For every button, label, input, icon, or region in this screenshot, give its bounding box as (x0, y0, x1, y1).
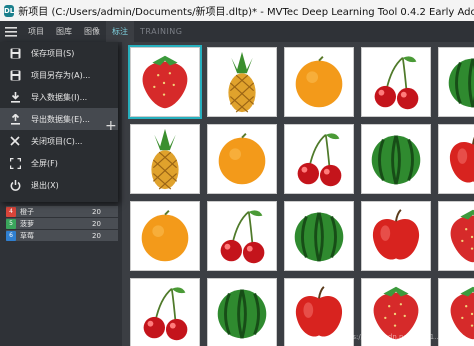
watermelon-icon (208, 279, 276, 346)
cherry-icon (285, 125, 353, 193)
export-icon (8, 112, 22, 126)
hamburger-menu-icon[interactable] (0, 26, 22, 37)
class-name: 橙子 (20, 207, 34, 216)
image-tile[interactable] (361, 201, 431, 271)
cherry-icon (131, 279, 199, 346)
image-tile[interactable] (438, 47, 474, 117)
image-tile[interactable] (438, 124, 474, 194)
image-tile[interactable] (130, 278, 200, 346)
image-tile[interactable] (361, 124, 431, 194)
pineapple-icon (208, 48, 276, 116)
window-titlebar: DL 新项目 (C:/Users/admin/Documents/新项目.dlt… (0, 0, 474, 21)
strawberry-icon (131, 48, 199, 116)
menu-item-export-dataset[interactable]: 导出数据集(E)... (0, 108, 118, 130)
image-tile[interactable] (284, 47, 354, 117)
fullscreen-icon (8, 156, 22, 170)
menu-item-label: 项目另存为(A)... (31, 70, 91, 80)
menu-item-fullscreen[interactable]: 全屏(F) (0, 152, 118, 174)
tab-project[interactable]: 项目 (22, 21, 50, 42)
image-tile[interactable] (438, 201, 474, 271)
watermelon-icon (439, 48, 474, 116)
add-class-button[interactable]: + (105, 118, 117, 134)
menubar: 项目 图库 图像 标注 TRAINING (0, 21, 474, 42)
watermelon-icon (285, 202, 353, 270)
window-title: 新项目 (C:/Users/admin/Documents/新项目.dltp)*… (18, 7, 474, 18)
tab-labeling[interactable]: 标注 (106, 21, 134, 42)
menu-item-close-project[interactable]: 关闭项目(C)... (0, 130, 118, 152)
image-tile[interactable] (284, 124, 354, 194)
image-tile[interactable] (361, 47, 431, 117)
orange-icon (208, 125, 276, 193)
file-menu-dropdown: 保存项目(S) 项目另存为(A)... 导入数据集(I)... 导出数据集(E)… (0, 42, 118, 202)
tab-gallery[interactable]: 图库 (50, 21, 78, 42)
class-count: 20 (92, 231, 101, 240)
pineapple-icon (131, 125, 199, 193)
menu-item-exit[interactable]: 退出(X) (0, 174, 118, 196)
class-row[interactable]: 6 草莓 20 (6, 230, 118, 241)
watermelon-icon (362, 125, 430, 193)
strawberry-icon (439, 279, 474, 346)
image-tile[interactable] (207, 278, 277, 346)
save-icon (8, 46, 22, 60)
class-row[interactable]: 4 橙子 20 (6, 206, 118, 217)
class-number-badge: 5 (6, 218, 16, 229)
image-tile[interactable] (207, 47, 277, 117)
class-count: 20 (92, 219, 101, 228)
apple-icon (439, 125, 474, 193)
save-as-icon (8, 68, 22, 82)
menu-item-label: 关闭项目(C)... (31, 136, 83, 146)
close-icon (8, 134, 22, 148)
image-tile[interactable] (130, 201, 200, 271)
menu-item-label: 保存项目(S) (31, 48, 75, 58)
class-count: 20 (92, 207, 101, 216)
image-tile[interactable] (438, 278, 474, 346)
cherry-icon (208, 202, 276, 270)
image-tile[interactable] (284, 201, 354, 271)
menu-item-save-project-as[interactable]: 项目另存为(A)... (0, 64, 118, 86)
tab-images[interactable]: 图像 (78, 21, 106, 42)
menu-item-label: 全屏(F) (31, 158, 58, 168)
apple-icon (362, 202, 430, 270)
image-tile[interactable] (207, 124, 277, 194)
image-gallery-grid (122, 42, 474, 346)
import-icon (8, 90, 22, 104)
image-tile[interactable] (128, 45, 202, 119)
menu-item-label: 导入数据集(I)... (31, 92, 88, 102)
watermark-text: https://blog.csdn.net/qq_41... (338, 333, 441, 341)
power-icon (8, 178, 22, 192)
menu-item-save-project[interactable]: 保存项目(S) (0, 42, 118, 64)
strawberry-icon (439, 202, 474, 270)
cherry-icon (362, 48, 430, 116)
class-name: 菠萝 (20, 219, 34, 228)
orange-icon (131, 202, 199, 270)
image-tile[interactable] (207, 201, 277, 271)
menu-item-label: 退出(X) (31, 180, 59, 190)
app-logo-icon: DL (4, 4, 15, 17)
menu-item-import-dataset[interactable]: 导入数据集(I)... (0, 86, 118, 108)
orange-icon (285, 48, 353, 116)
class-name: 草莓 (20, 231, 34, 240)
tab-training[interactable]: TRAINING (134, 21, 188, 42)
class-number-badge: 4 (6, 206, 16, 217)
class-number-badge: 6 (6, 230, 16, 241)
menu-item-label: 导出数据集(E)... (31, 114, 90, 124)
class-row[interactable]: 5 菠萝 20 (6, 218, 118, 229)
image-tile[interactable] (130, 124, 200, 194)
